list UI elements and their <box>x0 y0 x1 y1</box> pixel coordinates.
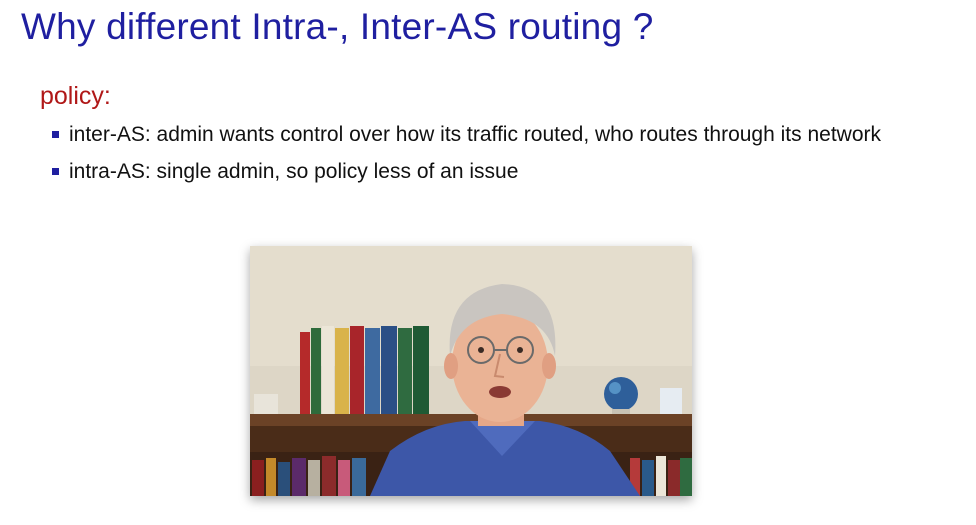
square-bullet-icon <box>52 131 59 138</box>
square-bullet-icon <box>52 168 59 175</box>
bullet-text: inter-AS: admin wants control over how i… <box>69 123 881 146</box>
presenter-video-image <box>250 246 692 496</box>
slide-title: Why different Intra-, Inter-AS routing ? <box>21 6 654 47</box>
presenter-video <box>250 246 692 496</box>
bullet-item-intra-as: intra-AS: single admin, so policy less o… <box>52 159 932 184</box>
bullet-list: inter-AS: admin wants control over how i… <box>52 122 932 196</box>
bullet-text: intra-AS: single admin, so policy less o… <box>69 160 519 183</box>
section-heading: policy: <box>40 82 111 110</box>
bullet-item-inter-as: inter-AS: admin wants control over how i… <box>52 122 932 147</box>
